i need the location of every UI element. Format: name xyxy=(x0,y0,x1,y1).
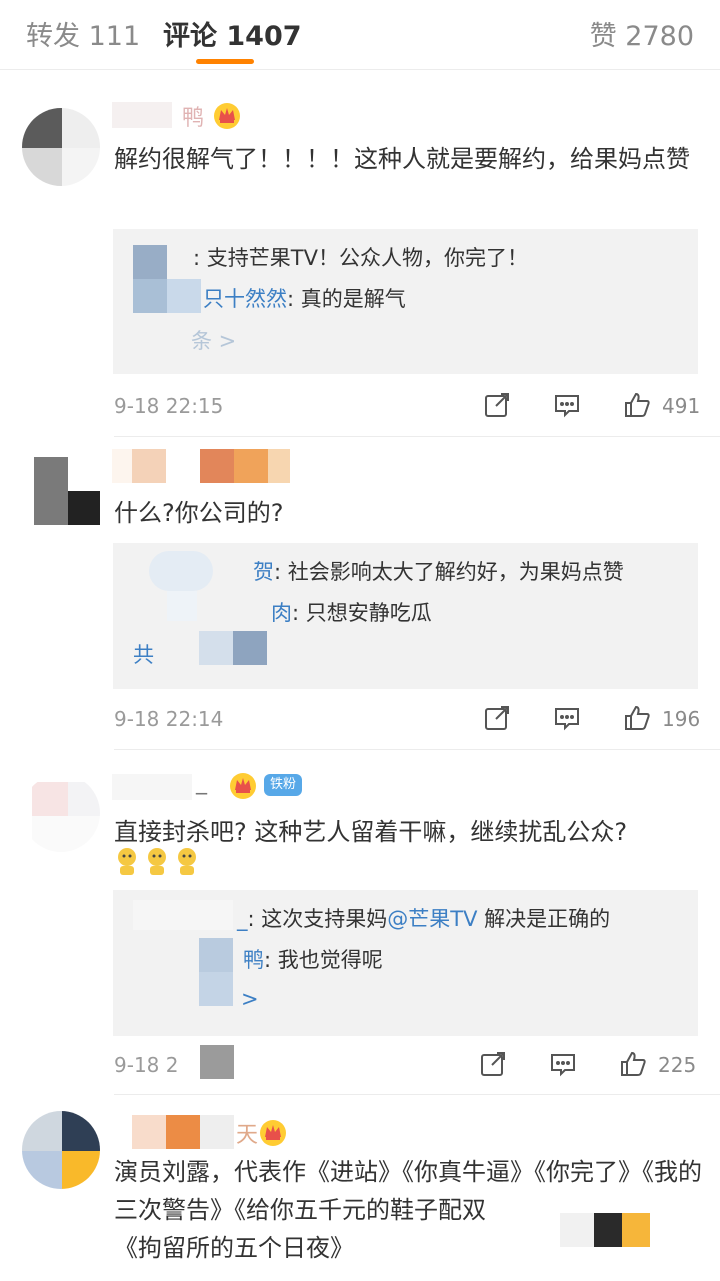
active-tab-indicator xyxy=(196,59,254,64)
emoji-icon xyxy=(114,847,140,877)
comment-item: 天 演员刘露，代表作《进站》《你真牛逼》《你完了》《我的三次警告》《给你五千元的… xyxy=(0,1095,720,1281)
comment-item: 什么?你公司的? 贺: 社会影响太大了解约好，为果妈点赞 肉: 只想安静吃瓜 共… xyxy=(0,437,720,750)
reply-line: 贺: 社会影响太大了解约好，为果妈点赞 xyxy=(253,557,624,587)
like-icon[interactable] xyxy=(618,1049,648,1083)
tab-repost[interactable]: 转发 111 xyxy=(26,14,140,53)
username[interactable]: 天 xyxy=(112,1115,312,1151)
comment-icon[interactable] xyxy=(552,703,582,737)
mosaic xyxy=(594,1213,622,1247)
reply-text: : 只想安静吃瓜 xyxy=(292,601,432,625)
comment-meta: 9-18 22:15 491 xyxy=(114,390,704,424)
timestamp: 9-18 22:14 xyxy=(114,707,224,731)
reply-author[interactable]: 只十然然 xyxy=(203,287,287,311)
tab-likes[interactable]: 赞 2780 xyxy=(590,14,694,53)
crown-icon xyxy=(212,100,242,130)
avatar[interactable] xyxy=(22,1111,100,1189)
share-icon[interactable] xyxy=(478,1049,508,1083)
like-icon[interactable] xyxy=(622,390,652,424)
comment-text: 什么?你公司的? xyxy=(114,499,284,527)
username-text: _ xyxy=(196,770,207,795)
reply-author[interactable]: _ xyxy=(237,907,248,931)
username-text: 天 xyxy=(236,1123,259,1148)
reply-line: 肉: 只想安静吃瓜 xyxy=(271,598,432,628)
reply-text: : 我也觉得呢 xyxy=(264,948,383,972)
comment-meta: 9-18 2 225 xyxy=(114,1045,704,1083)
timestamp: 9-18 22:15 xyxy=(114,394,224,418)
mosaic xyxy=(622,1213,650,1247)
username[interactable]: _ 铁粉 xyxy=(112,768,312,804)
avatar[interactable] xyxy=(22,447,100,525)
reply-text-tail: 解决是正确的 xyxy=(477,907,611,931)
like-count: 491 xyxy=(662,394,701,418)
view-more-replies[interactable]: 条 > xyxy=(191,326,236,356)
avatar[interactable] xyxy=(22,774,100,852)
like-count: 225 xyxy=(658,1053,697,1077)
reply-line: : 支持芒果TV！公众人物，你完了！ xyxy=(193,243,528,273)
reply-author[interactable]: 肉 xyxy=(271,601,292,625)
share-icon[interactable] xyxy=(482,703,512,737)
timestamp: 9-18 2 xyxy=(114,1053,179,1077)
reply-box[interactable]: 贺: 社会影响太大了解约好，为果妈点赞 肉: 只想安静吃瓜 共 xyxy=(113,543,698,689)
username[interactable]: 鸭 xyxy=(112,98,242,134)
reply-line: _: 这次支持果妈@芒果TV 解决是正确的 xyxy=(237,904,610,934)
mention-link[interactable]: @芒果TV xyxy=(387,907,477,931)
reply-text: : 这次支持果妈 xyxy=(247,907,388,931)
comment-icon[interactable] xyxy=(552,390,582,424)
crown-icon xyxy=(228,770,258,800)
username-text: 鸭 xyxy=(182,106,205,131)
reply-text: : 支持芒果TV！公众人物，你完了！ xyxy=(193,246,528,270)
emoji-icon xyxy=(174,847,200,877)
comment-icon[interactable] xyxy=(548,1049,578,1083)
like-count: 196 xyxy=(662,707,701,731)
share-icon[interactable] xyxy=(482,390,512,424)
tab-bar: 转发 111 评论 1407 赞 2780 xyxy=(0,0,720,70)
reply-box[interactable]: _: 这次支持果妈@芒果TV 解决是正确的 鸭: 我也觉得呢 > xyxy=(113,890,698,1036)
comment-meta: 9-18 22:14 196 xyxy=(114,703,704,737)
tab-comments[interactable]: 评论 1407 xyxy=(163,14,302,53)
view-more-replies[interactable]: > xyxy=(241,984,259,1014)
reply-box[interactable]: : 支持芒果TV！公众人物，你完了！ 只十然然: 真的是解气 条 > xyxy=(113,229,698,374)
comment-text: 直接封杀吧? 这种艺人留着干嘛，继续扰乱公众? xyxy=(114,818,628,846)
avatar[interactable] xyxy=(22,108,100,186)
reply-line: 鸭: 我也觉得呢 xyxy=(243,945,383,975)
reply-line: 只十然然: 真的是解气 xyxy=(203,284,406,314)
mosaic xyxy=(200,1045,234,1079)
comment-item: 鸭 解约很解气了！！！！这种人就是要解约，给果妈点赞 : 支持芒果TV！公众人物… xyxy=(0,70,720,437)
reply-author[interactable]: 鸭 xyxy=(243,948,264,972)
comment-item: _ 铁粉 直接封杀吧? 这种艺人留着干嘛，继续扰乱公众? _: 这次支持果妈@芒… xyxy=(0,750,720,1095)
crown-icon xyxy=(258,1117,288,1147)
reply-text: : 社会影响太大了解约好，为果妈点赞 xyxy=(274,560,624,584)
fan-badge: 铁粉 xyxy=(264,774,303,796)
like-icon[interactable] xyxy=(622,703,652,737)
view-more-replies[interactable]: 共 xyxy=(133,640,154,670)
username[interactable] xyxy=(112,447,312,483)
mosaic xyxy=(560,1213,594,1247)
reply-text: : 真的是解气 xyxy=(287,287,406,311)
reply-author[interactable]: 贺 xyxy=(253,560,274,584)
emoji-row xyxy=(114,847,214,877)
emoji-icon xyxy=(144,847,170,877)
comment-text: 解约很解气了！！！！这种人就是要解约，给果妈点赞 xyxy=(114,145,690,173)
